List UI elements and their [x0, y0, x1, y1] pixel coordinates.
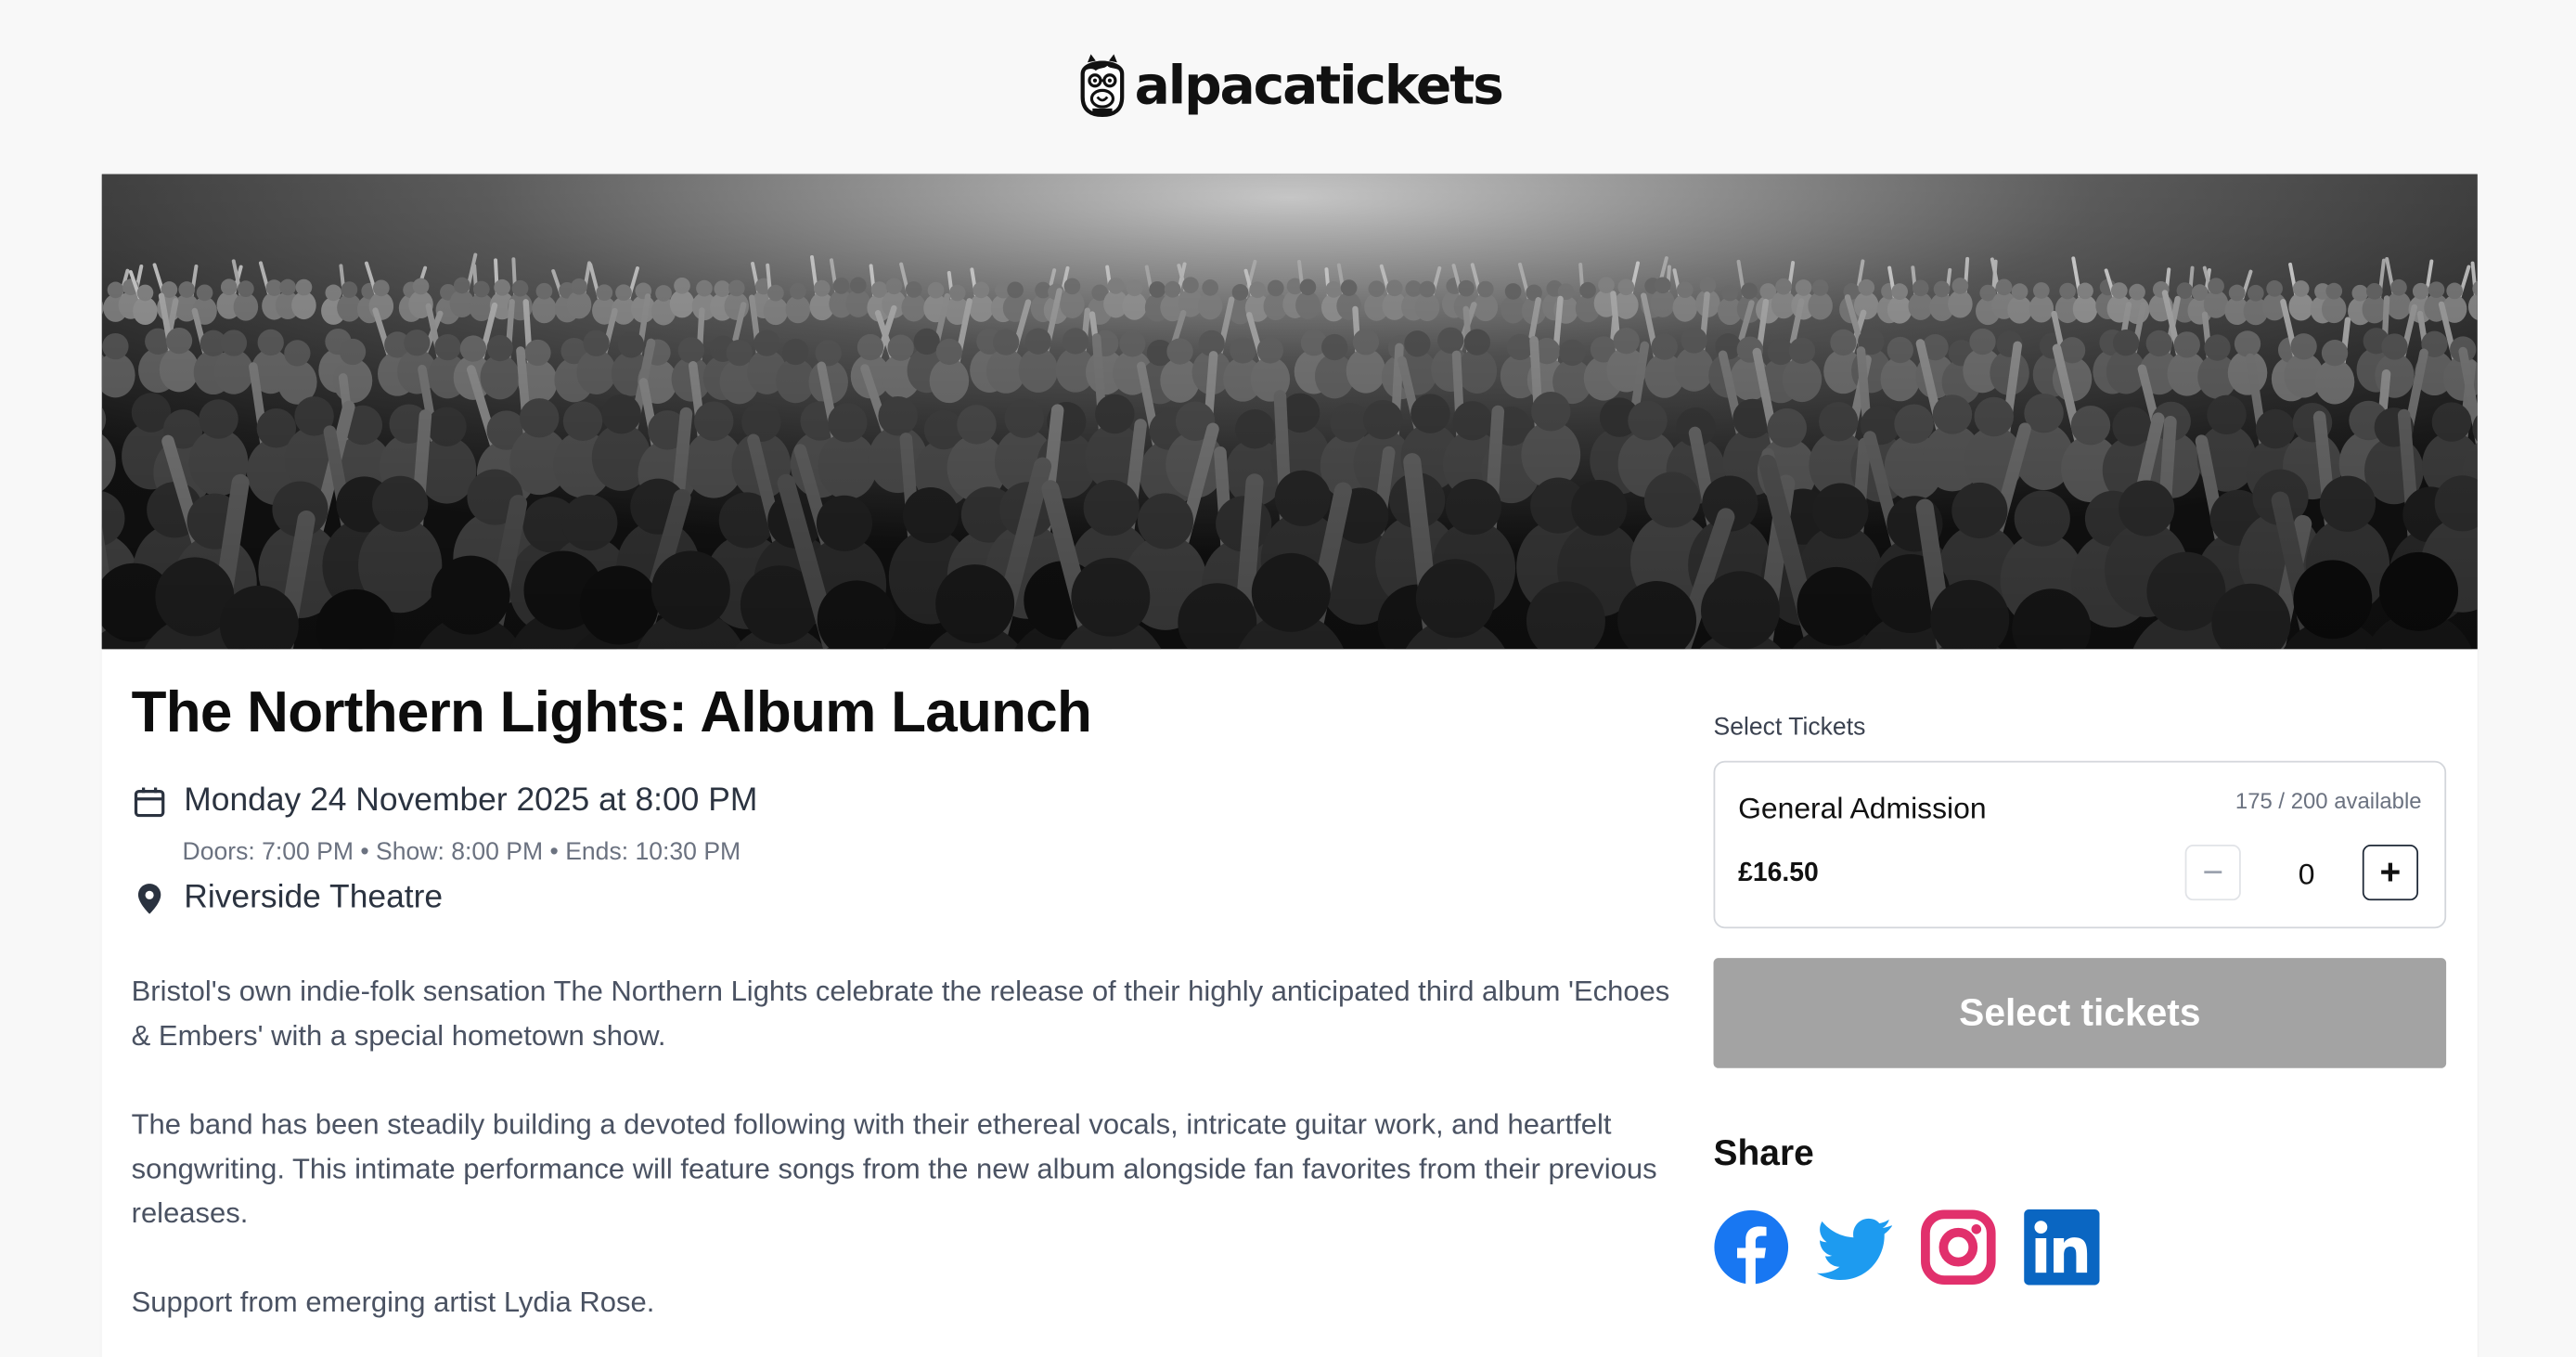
event-date: Monday 24 November 2025 at 8:00 PM: [132, 782, 758, 821]
twitter-icon: [1817, 1218, 1893, 1281]
select-tickets-button[interactable]: Select tickets: [1713, 958, 2447, 1068]
ticket-quantity: 0: [2298, 858, 2315, 891]
increase-quantity-button[interactable]: +: [2362, 844, 2419, 901]
event-description: Bristol's own indie-folk sensation The N…: [132, 970, 1676, 1357]
event-date-text: Monday 24 November 2025 at 8:00 PM: [184, 782, 758, 819]
ticket-option-general-admission: General Admission 175 / 200 available £1…: [1713, 760, 2447, 929]
linkedin-icon: [2024, 1209, 2100, 1286]
description-paragraph: Support from emerging artist Lydia Rose.: [131, 1285, 655, 1318]
share-heading: Share: [1713, 1131, 1814, 1174]
description-paragraph: The band has been steadily building a de…: [131, 1107, 1657, 1230]
facebook-icon: [1714, 1209, 1789, 1286]
decrease-quantity-button[interactable]: −: [2184, 844, 2241, 901]
share-linkedin-button[interactable]: [2024, 1209, 2100, 1286]
hero-image: [101, 174, 2478, 650]
event-card: The Northern Lights: Album Launch Monday…: [101, 174, 2478, 1357]
event-venue-text: Riverside Theatre: [184, 879, 444, 916]
event-venue: Riverside Theatre: [132, 879, 443, 917]
select-tickets-label: Select Tickets: [1713, 713, 1866, 742]
page: alpacatickets The Northern Lights: Album…: [0, 0, 2576, 1357]
event-title: The Northern Lights: Album Launch: [131, 679, 1092, 744]
calendar-icon: [134, 786, 165, 817]
alpaca-mascot-icon: [1079, 54, 1124, 118]
share-twitter-button[interactable]: [1817, 1209, 1893, 1285]
share-instagram-button[interactable]: [1921, 1209, 1996, 1286]
event-times: Doors: 7:00 PM • Show: 8:00 PM • Ends: 1…: [182, 837, 741, 867]
ticket-name: General Admission: [1738, 792, 1987, 825]
map-pin-icon: [137, 883, 161, 913]
ticket-price: £16.50: [1738, 859, 1819, 888]
share-facebook-button[interactable]: [1714, 1209, 1789, 1286]
instagram-icon: [1921, 1209, 1996, 1286]
ticket-availability: 175 / 200 available: [2235, 788, 2422, 814]
description-paragraph: Bristol's own indie-folk sensation The N…: [131, 974, 1670, 1053]
site-logo[interactable]: alpacatickets: [0, 46, 2576, 125]
logo-text: alpacatickets: [1134, 54, 1504, 117]
